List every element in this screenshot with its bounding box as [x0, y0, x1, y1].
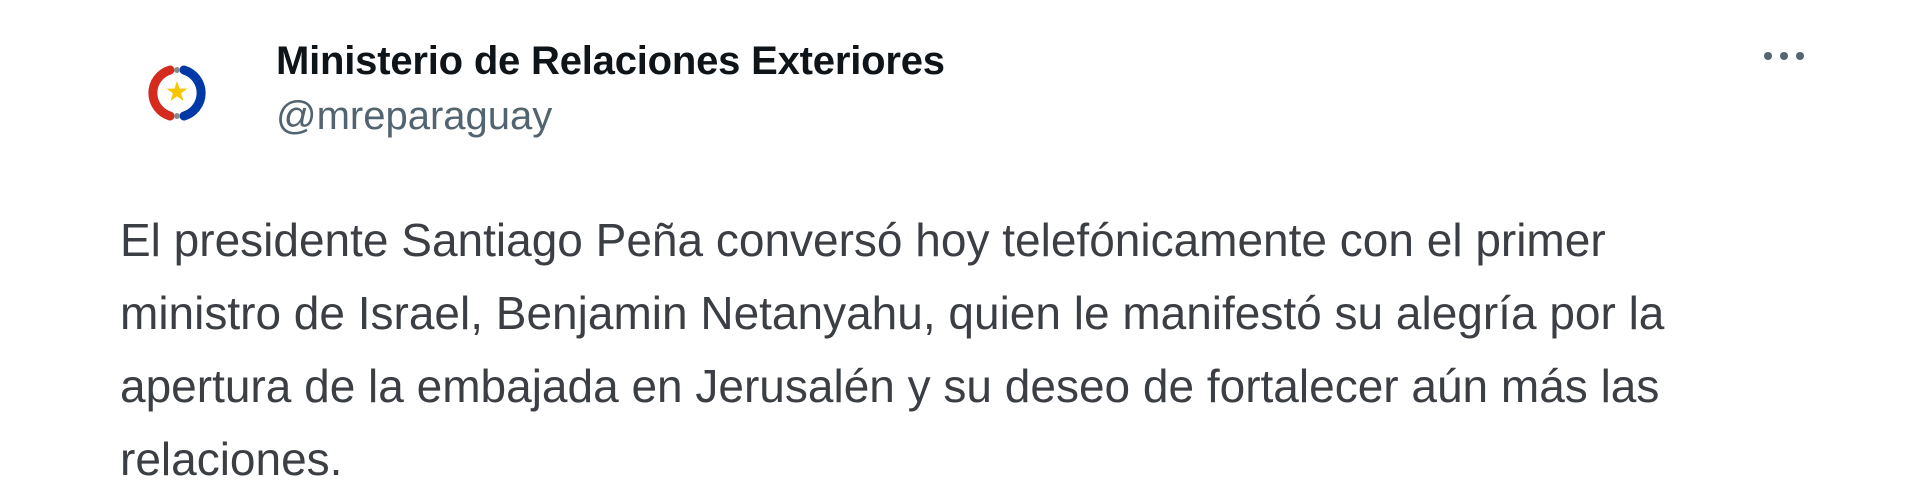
author-display-name[interactable]: Ministerio de Relaciones Exteriores: [276, 34, 945, 88]
tweet-text: El presidente Santiago Peña conversó hoy…: [120, 214, 1665, 485]
tweet-author: Ministerio de Relaciones Exteriores @mre…: [276, 34, 945, 144]
paraguay-seal-icon: [148, 65, 206, 121]
tweet-card: Ministerio de Relaciones Exteriores @mre…: [0, 0, 1920, 503]
avatar[interactable]: [124, 40, 228, 144]
more-options-icon: [1764, 52, 1804, 60]
author-handle[interactable]: @mreparaguay: [276, 88, 945, 144]
more-options-button[interactable]: [1748, 36, 1820, 76]
